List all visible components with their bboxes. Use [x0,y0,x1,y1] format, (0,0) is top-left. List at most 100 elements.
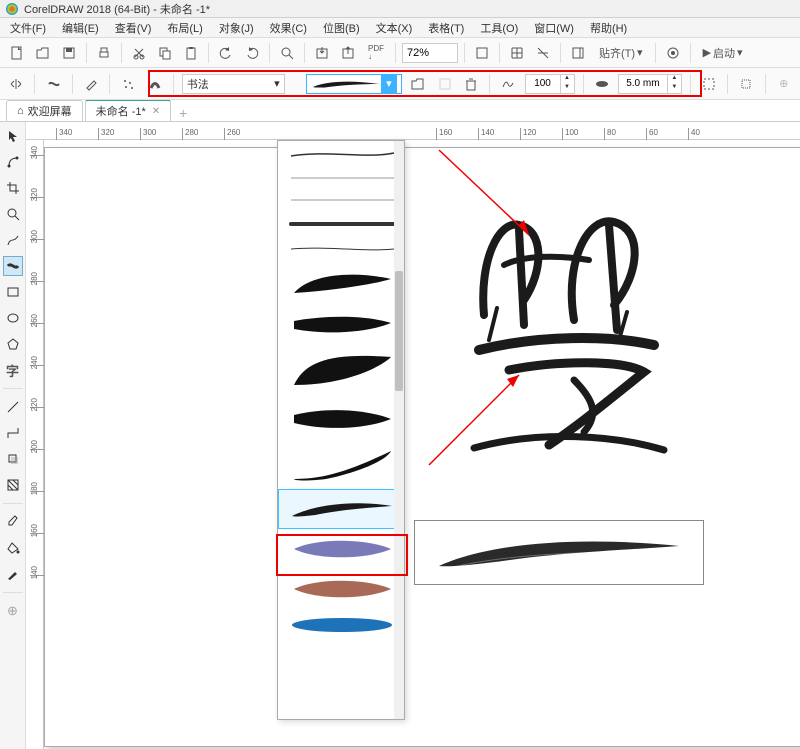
brush-option[interactable] [278,441,404,489]
grid-icon[interactable] [506,42,528,64]
brush-option[interactable] [278,167,404,189]
dockers-icon[interactable] [567,42,589,64]
separator [583,74,584,94]
spin-down[interactable]: ▼ [560,84,574,93]
mirror-h-icon[interactable] [6,73,26,95]
artistic-media-tool[interactable] [3,256,23,276]
shape-tool[interactable] [3,152,23,172]
search-button[interactable] [276,42,298,64]
brush-option[interactable] [278,211,404,237]
plus-tool[interactable]: ⊕ [3,601,23,621]
brush-option[interactable] [278,305,404,345]
separator [121,43,122,63]
freehand-tool[interactable] [3,230,23,250]
smooth-value[interactable] [526,75,560,93]
plus-icon[interactable]: ⊕ [773,73,793,95]
browse-folder-icon[interactable] [408,73,428,95]
tab-welcome[interactable]: ⌂ 欢迎屏幕 [6,100,83,121]
bbox-icon[interactable] [699,73,719,95]
brush-option[interactable] [278,141,404,167]
width-spinner[interactable]: ▲▼ [618,74,682,94]
menu-table[interactable]: 表格(T) [424,18,468,38]
brush-option-selected[interactable] [278,489,404,529]
fullscreen-button[interactable] [471,42,493,64]
scrollbar[interactable] [394,141,404,719]
spin-down[interactable]: ▼ [667,84,681,93]
tab-document[interactable]: 未命名 -1* ✕ [85,99,172,121]
menu-text[interactable]: 文本(X) [372,18,417,38]
menu-file[interactable]: 文件(F) [6,18,50,38]
brush-option[interactable] [278,237,404,261]
menu-effects[interactable]: 效果(C) [266,18,311,38]
separator [690,74,691,94]
menu-window[interactable]: 窗口(W) [530,18,578,38]
transparency-tool[interactable] [3,475,23,495]
eyedropper-tool[interactable] [3,512,23,532]
menu-edit[interactable]: 编辑(E) [58,18,103,38]
ruler-tick: 140 [30,575,44,591]
spin-up[interactable]: ▲ [560,75,574,84]
menu-tools[interactable]: 工具(O) [476,18,522,38]
rectangle-tool[interactable] [3,282,23,302]
redo-button[interactable] [241,42,263,64]
paste-button[interactable] [180,42,202,64]
polygon-tool[interactable] [3,334,23,354]
save-preset-icon[interactable] [434,73,454,95]
dimension-tool[interactable] [3,397,23,417]
guidelines-icon[interactable] [532,42,554,64]
pick-tool[interactable] [3,126,23,146]
brush-category-dropdown[interactable]: 书法 ▾ [182,74,285,94]
ellipse-tool[interactable] [3,308,23,328]
menu-bitmap[interactable]: 位图(B) [319,18,364,38]
add-tab-icon[interactable]: + [179,105,187,121]
preset-stroke-icon[interactable] [43,73,63,95]
import-button[interactable] [311,42,333,64]
brush-option[interactable] [278,609,404,641]
export-button[interactable] [337,42,359,64]
canvas-area[interactable] [44,140,800,749]
zoom-combo[interactable] [402,43,458,63]
print-button[interactable] [93,42,115,64]
brush-option[interactable] [278,261,404,305]
ruler-tick: 60 [646,128,658,140]
close-icon[interactable]: ✕ [152,106,160,117]
separator [765,74,766,94]
smooth-spinner[interactable]: ▲▼ [525,74,575,94]
open-button[interactable] [32,42,54,64]
save-button[interactable] [58,42,80,64]
outline-tool[interactable] [3,564,23,584]
brush-option[interactable] [278,189,404,211]
menu-object[interactable]: 对象(J) [215,18,258,38]
fill-tool[interactable] [3,538,23,558]
undo-button[interactable] [215,42,237,64]
brush-option[interactable] [278,345,404,397]
delete-icon[interactable] [461,73,481,95]
width-value[interactable] [619,75,667,93]
connector-tool[interactable] [3,423,23,443]
brush-stroke-dropdown[interactable]: ▾ [306,74,402,94]
zoom-tool[interactable] [3,204,23,224]
calligraphy-icon[interactable] [144,73,164,95]
pdf-button[interactable]: PDF↓ [363,42,389,64]
brush-option[interactable] [278,529,404,569]
menu-layout[interactable]: 布局(L) [163,18,206,38]
bounding-icon[interactable] [736,73,756,95]
separator [3,592,23,593]
brush-option[interactable] [278,397,404,441]
sprayer-icon[interactable] [118,73,138,95]
brush-option[interactable] [278,569,404,609]
options-button[interactable] [662,42,684,64]
snap-dropdown[interactable]: 贴齐(T) ▾ [593,42,649,64]
spin-up[interactable]: ▲ [667,75,681,84]
crop-tool[interactable] [3,178,23,198]
text-tool[interactable]: 字 [3,360,23,380]
drop-shadow-tool[interactable] [3,449,23,469]
brush-icon[interactable] [81,73,101,95]
cut-button[interactable] [128,42,150,64]
launch-dropdown[interactable]: ▶ 启动 ▾ [697,42,749,64]
scrollbar-thumb[interactable] [395,271,403,391]
menu-view[interactable]: 查看(V) [111,18,156,38]
copy-button[interactable] [154,42,176,64]
new-button[interactable] [6,42,28,64]
menu-help[interactable]: 帮助(H) [586,18,631,38]
